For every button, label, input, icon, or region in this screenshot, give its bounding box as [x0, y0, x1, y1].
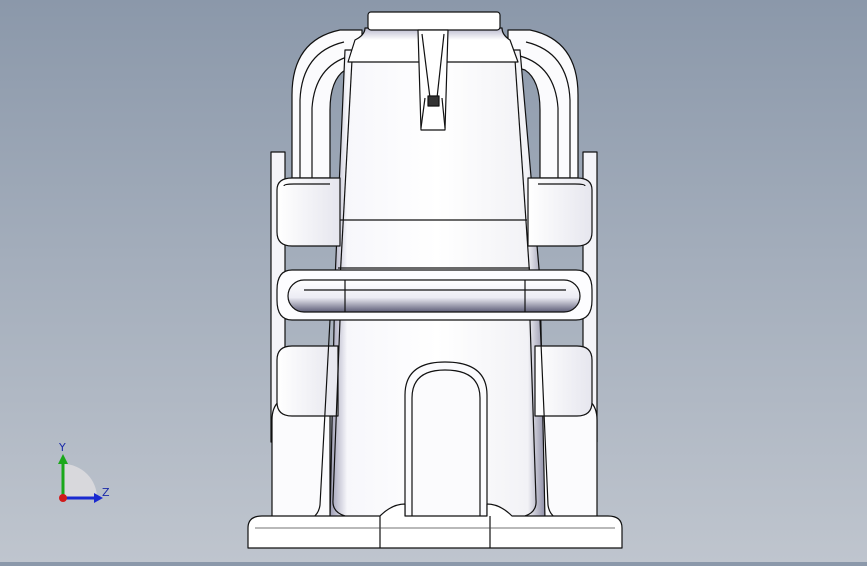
ring-bead: [287, 279, 581, 313]
arch-opening: [404, 361, 488, 521]
y-axis-label: Y: [59, 441, 66, 454]
graphics-viewport[interactable]: [0, 0, 867, 562]
reference-triad[interactable]: Y Z: [46, 438, 126, 510]
z-axis-label: Z: [102, 486, 110, 499]
triad-graphic: [58, 454, 103, 503]
left-lower-pocket: [276, 345, 339, 417]
top-tab: [367, 11, 501, 31]
left-upper-pocket: [276, 177, 341, 247]
cad-part[interactable]: [0, 0, 867, 562]
right-upper-pocket: [527, 177, 593, 247]
